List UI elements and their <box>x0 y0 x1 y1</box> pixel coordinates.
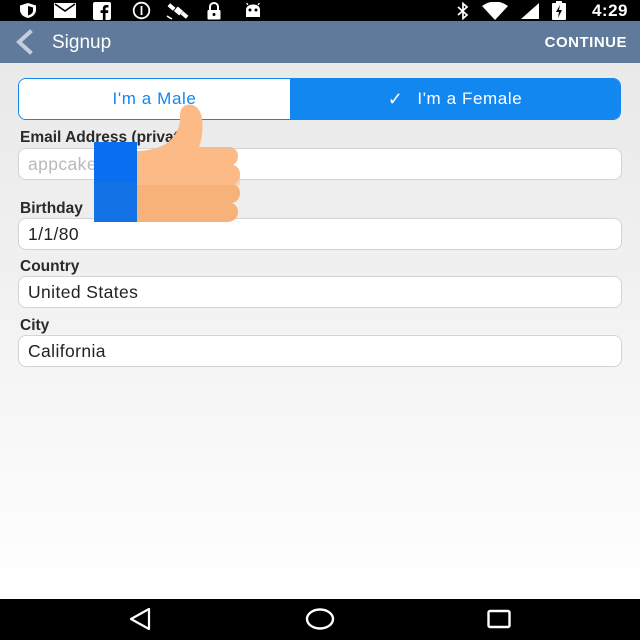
battery-icon <box>551 1 567 20</box>
continue-button[interactable]: CONTINUE <box>545 34 627 51</box>
shield-icon <box>17 2 39 19</box>
checkmark-icon: ✓ <box>387 88 404 109</box>
city-field[interactable]: California <box>18 335 622 367</box>
back-arrow-icon[interactable] <box>12 29 38 55</box>
app-bar: Signup CONTINUE <box>0 21 640 63</box>
facebook-icon <box>92 1 112 20</box>
city-value: California <box>28 340 106 361</box>
mail-icon <box>53 2 77 19</box>
recents-square-icon[interactable] <box>486 607 512 631</box>
page-title: Signup <box>52 32 112 53</box>
female-option-label: I'm a Female <box>417 89 523 108</box>
android-icon <box>242 2 264 19</box>
clock: 4:29 <box>591 1 628 20</box>
back-triangle-icon[interactable] <box>127 607 153 631</box>
city-label: City <box>20 317 50 334</box>
circle-info-icon <box>130 1 152 20</box>
wifi-icon <box>480 1 510 20</box>
navigation-bar <box>0 599 640 640</box>
country-label: Country <box>20 258 80 275</box>
birthday-value: 1/1/80 <box>28 223 80 244</box>
bluetooth-icon <box>455 1 471 20</box>
female-option[interactable]: ✓ I'm a Female <box>290 79 620 119</box>
signal-icon <box>519 2 541 19</box>
home-circle-icon[interactable] <box>305 607 335 631</box>
birthday-label: Birthday <box>20 200 83 217</box>
country-value: United States <box>28 281 139 302</box>
status-bar: 4:29 <box>0 0 640 21</box>
satellite-icon <box>165 2 191 20</box>
thumbs-up-icon <box>94 99 246 225</box>
country-field[interactable]: United States <box>18 276 622 308</box>
lock-icon <box>205 1 223 19</box>
